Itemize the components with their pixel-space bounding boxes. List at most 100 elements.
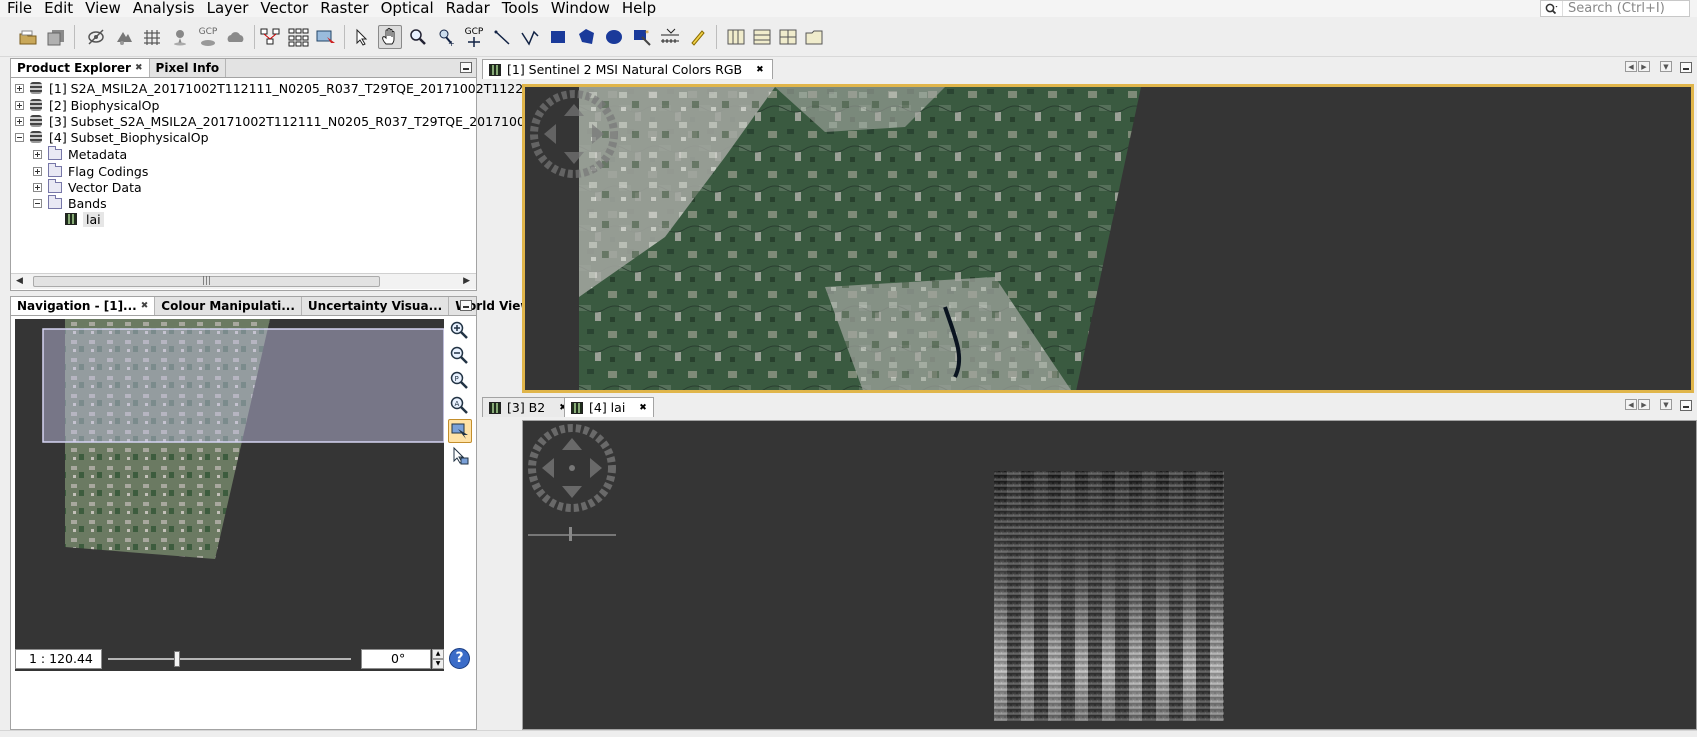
compass-overlay-icon[interactable] [527,423,617,513]
zoom-slider-track[interactable] [108,658,351,660]
tab-scroll-arrows[interactable]: ◀ ▶ [1625,399,1650,410]
tile-evenly-icon[interactable] [802,25,826,49]
tab-navigation[interactable]: Navigation - [1]... ✖ [11,297,156,315]
expand-icon[interactable] [33,149,42,159]
pan-tool-icon[interactable] [378,25,402,49]
navigation-overview[interactable] [15,319,444,671]
magic-wand-icon[interactable]: * [630,25,654,49]
save-product-icon[interactable] [44,25,68,49]
scroll-thumb[interactable]: ||| [33,276,380,287]
line-drawing-icon[interactable] [490,25,514,49]
menu-help[interactable]: Help [615,0,661,17]
tree-product-1[interactable]: [1] S2A_MSIL2A_20171002T112111_N0205_R03… [15,79,539,97]
close-icon[interactable]: ✖ [135,59,143,77]
menu-view[interactable]: View [78,0,126,17]
menu-raster[interactable]: Raster [313,0,373,17]
pencil-icon[interactable] [686,25,710,49]
menu-layer[interactable]: Layer [200,0,254,17]
tab-menu-arrows[interactable]: ▼ [1660,61,1672,72]
menu-file[interactable]: File [0,0,37,17]
polyline-drawing-icon[interactable] [518,25,542,49]
polygon-drawing-icon[interactable] [574,25,598,49]
search-input[interactable]: Search (Ctrl+I) [1540,0,1690,17]
zoom-in-icon[interactable] [447,318,471,342]
collapse-icon[interactable] [15,132,24,142]
expand-icon[interactable] [15,83,24,93]
collapse-icon[interactable] [33,198,42,208]
horizontal-scrollbar[interactable]: ◀ ||| ▶ [11,273,476,289]
menu-vector[interactable]: Vector [253,0,313,17]
cloud-icon[interactable] [224,25,248,49]
menu-tools[interactable]: Tools [495,0,544,17]
zoom-pixel-icon[interactable]: P [447,368,471,392]
menu-analysis[interactable]: Analysis [126,0,200,17]
close-icon[interactable]: ✖ [756,65,764,75]
rectangle-drawing-icon[interactable] [546,25,570,49]
gcp-icon[interactable]: GCP [196,25,220,49]
expand-icon[interactable] [15,116,24,126]
tile-grid-icon[interactable] [776,25,800,49]
range-finder-icon[interactable] [658,25,682,49]
rotation-field[interactable]: 0° [361,649,431,669]
compass-overlay-icon[interactable] [529,89,619,179]
scroll-left-icon[interactable]: ◀ [16,276,23,286]
pin-placing-icon[interactable]: + [434,25,458,49]
tab-scroll-arrows[interactable]: ◀ ▶ [1625,61,1650,72]
help-icon[interactable]: ? [449,648,470,669]
tab-colour-manipulation[interactable]: Colour Manipulati... [155,297,302,315]
minimize-button[interactable] [1680,62,1692,73]
sync-views-icon[interactable] [448,419,472,443]
close-icon[interactable]: ✖ [639,403,647,413]
tab-scroll-right-icon[interactable]: ▶ [1638,399,1650,410]
spinner-down-icon[interactable]: ▼ [432,659,444,669]
menu-window[interactable]: Window [544,0,615,17]
zoom-tool-icon[interactable] [406,25,430,49]
tab-menu-arrows[interactable]: ▼ [1660,399,1672,410]
ellipse-drawing-icon[interactable] [602,25,626,49]
view-zoom-slider[interactable] [528,534,616,536]
graph-builder-icon[interactable] [258,25,282,49]
menu-radar[interactable]: Radar [439,0,495,17]
menu-optical[interactable]: Optical [374,0,439,17]
tree-metadata[interactable]: Metadata [33,145,127,163]
expand-icon[interactable] [15,100,24,110]
expand-icon[interactable] [33,182,42,192]
tab-product-explorer[interactable]: Product Explorer ✖ [11,59,150,77]
hide-icon[interactable] [84,25,108,49]
scale-field[interactable]: 1 : 120.44 [15,649,102,669]
close-icon[interactable]: ✖ [141,297,149,315]
tile-vertical-icon[interactable] [750,25,774,49]
zoom-out-icon[interactable] [447,343,471,367]
zoom-all-icon[interactable]: A [447,393,471,417]
tile-horizontal-icon[interactable] [724,25,748,49]
tab-menu-icon[interactable]: ▼ [1660,61,1672,72]
expand-icon[interactable] [33,166,42,176]
time-series-icon[interactable] [314,25,338,49]
batch-processing-icon[interactable] [286,25,310,49]
minimize-button[interactable] [460,62,472,73]
tree-band-lai[interactable]: lai [65,210,104,228]
zoom-slider-handle[interactable] [174,651,180,667]
grid-icon[interactable] [140,25,164,49]
top-image-view[interactable] [522,84,1694,393]
bottom-image-view[interactable] [522,420,1697,730]
tree-product-4[interactable]: [4] Subset_BiophysicalOp [15,128,209,146]
gcp-placing-icon[interactable]: GCP [462,25,486,49]
view-zoom-slider-handle[interactable] [569,527,572,541]
scroll-right-icon[interactable]: ▶ [463,276,470,286]
spinner-up-icon[interactable]: ▲ [432,649,444,659]
open-product-icon[interactable] [16,25,40,49]
apply-icon[interactable] [112,25,136,49]
tab-menu-icon[interactable]: ▼ [1660,399,1672,410]
tab-pixel-info[interactable]: Pixel Info [150,59,227,77]
minimize-button[interactable] [460,300,472,311]
tab-scroll-left-icon[interactable]: ◀ [1625,61,1637,72]
minimize-button[interactable] [1680,400,1692,411]
menu-edit[interactable]: Edit [37,0,78,17]
pin-icon[interactable] [168,25,192,49]
tab-b2[interactable]: [3] B2 ✖ [482,397,574,417]
select-tool-icon[interactable] [350,25,374,49]
sync-cursor-icon[interactable] [448,444,472,468]
rotation-spinner[interactable]: ▲ ▼ [432,649,444,669]
tab-scroll-right-icon[interactable]: ▶ [1638,61,1650,72]
